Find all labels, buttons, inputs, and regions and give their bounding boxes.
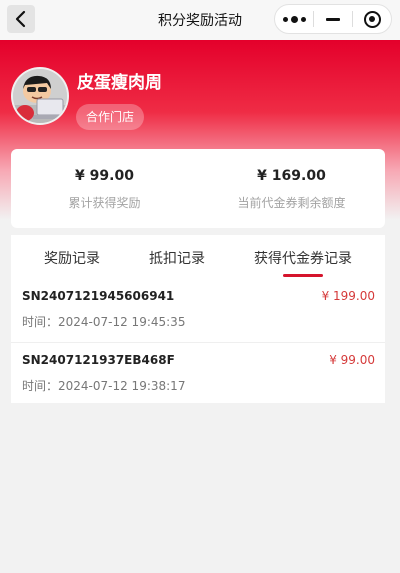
stat-value: ¥ 169.00 bbox=[257, 168, 326, 184]
avatar-image bbox=[13, 69, 67, 123]
stat-voucher-balance: ¥ 169.00 当前代金券剩余额度 bbox=[198, 149, 385, 228]
records-card: 奖励记录 抵扣记录 获得代金券记录 SN2407121945606941 ¥ 1… bbox=[11, 235, 385, 403]
tab-voucher-records[interactable]: 获得代金券记录 bbox=[254, 248, 352, 268]
stat-value: ¥ 99.00 bbox=[75, 168, 134, 184]
mini-program-capsule bbox=[274, 4, 392, 34]
target-circle-icon bbox=[363, 10, 381, 28]
close-button[interactable] bbox=[353, 5, 391, 33]
stats-card: ¥ 99.00 累计获得奖励 ¥ 169.00 当前代金券剩余额度 bbox=[11, 149, 385, 228]
tab-deduction-records[interactable]: 抵扣记录 bbox=[149, 248, 205, 268]
chevron-left-icon bbox=[15, 10, 26, 28]
more-dots-icon bbox=[281, 15, 307, 23]
tab-reward-records[interactable]: 奖励记录 bbox=[44, 248, 100, 268]
list-item[interactable]: SN2407121945606941 ¥ 199.00 时间：2024-07-1… bbox=[11, 279, 385, 342]
stat-label: 当前代金券剩余额度 bbox=[237, 196, 346, 210]
list-item[interactable]: SN2407121937EB468F ¥ 99.00 时间：2024-07-12… bbox=[11, 342, 385, 405]
active-tab-indicator bbox=[283, 274, 323, 277]
back-button[interactable] bbox=[7, 5, 35, 33]
record-amount: ¥ 99.00 bbox=[329, 353, 375, 367]
stat-total-reward: ¥ 99.00 累计获得奖励 bbox=[11, 149, 198, 228]
nav-bar: 积分奖励活动 bbox=[0, 0, 400, 40]
stat-label: 累计获得奖励 bbox=[68, 196, 141, 210]
minus-icon bbox=[326, 17, 340, 21]
store-badge: 合作门店 bbox=[76, 104, 144, 130]
record-amount: ¥ 199.00 bbox=[321, 289, 375, 303]
username: 皮蛋瘦肉周 bbox=[77, 73, 162, 93]
more-button[interactable] bbox=[275, 5, 313, 33]
record-sn: SN2407121937EB468F bbox=[22, 353, 175, 367]
record-time: 时间：2024-07-12 19:45:35 bbox=[22, 315, 186, 329]
record-tabs: 奖励记录 抵扣记录 获得代金券记录 bbox=[11, 235, 385, 279]
record-sn: SN2407121945606941 bbox=[22, 289, 175, 303]
minimize-button[interactable] bbox=[314, 5, 352, 33]
avatar[interactable] bbox=[11, 67, 69, 125]
record-time: 时间：2024-07-12 19:38:17 bbox=[22, 379, 186, 393]
